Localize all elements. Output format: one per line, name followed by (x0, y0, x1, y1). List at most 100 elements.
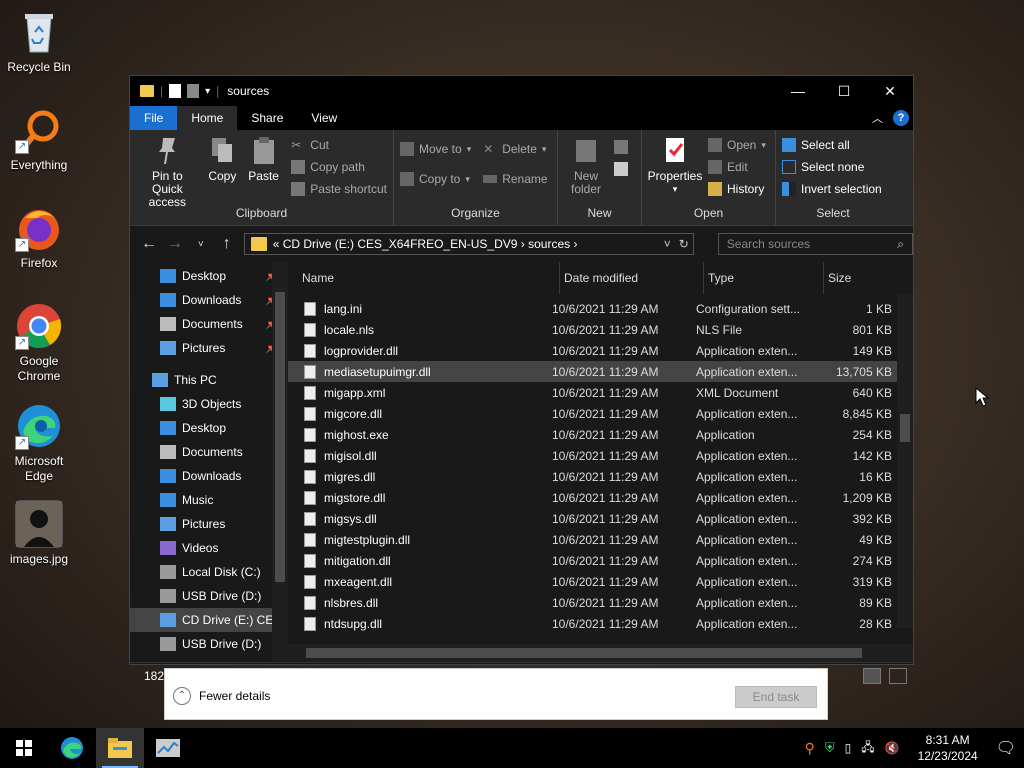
file-row[interactable]: lang.ini 10/6/2021 11:29 AM Configuration … (288, 298, 897, 319)
network-icon[interactable]: 🖧 (861, 738, 874, 759)
horizontal-scrollbar[interactable] (288, 644, 913, 662)
nav-item[interactable]: Videos (130, 536, 288, 560)
collapse-ribbon-icon[interactable]: ︿ (872, 110, 883, 126)
file-row[interactable]: mediasetupuimgr.dll 10/6/2021 11:29 AM App… (288, 361, 897, 382)
desktop-icon-edge[interactable]: ↗ Microsoft Edge (2, 402, 76, 484)
file-row[interactable]: mxeagent.dll 10/6/2021 11:29 AM Applicatio… (288, 571, 897, 592)
copy-to-button[interactable]: Copy to ▾ (400, 164, 471, 194)
nav-item[interactable]: Music (130, 488, 288, 512)
file-row[interactable]: migapp.xml 10/6/2021 11:29 AM XML Document… (288, 382, 897, 403)
details-view-button[interactable] (863, 667, 881, 684)
customize-qa-icon[interactable]: ▾ (205, 86, 210, 97)
nav-item[interactable]: Downloads📌 (130, 288, 288, 312)
everything-tray-icon[interactable]: ⚲ (805, 740, 815, 757)
column-date-modified[interactable]: Date modified (560, 262, 704, 294)
tab-file[interactable]: File (130, 106, 178, 130)
delete-button[interactable]: ✕ Delete ▾ (483, 134, 547, 164)
column-size[interactable]: Size (824, 262, 900, 294)
taskbar-task-manager-button[interactable] (144, 728, 192, 768)
fewer-details-toggle[interactable]: ⌃ Fewer details (173, 687, 270, 705)
tab-share[interactable]: Share (237, 106, 297, 130)
desktop-icon-firefox[interactable]: ↗ Firefox (2, 204, 76, 271)
history-button[interactable]: History (708, 178, 766, 200)
tab-view[interactable]: View (297, 106, 351, 130)
security-shield-icon[interactable]: ⛨ (825, 740, 835, 756)
file-row[interactable]: migcore.dll 10/6/2021 11:29 AM Application… (288, 403, 897, 424)
nav-scrollbar-thumb[interactable] (275, 292, 285, 582)
new-item-icon[interactable] (614, 140, 628, 154)
nav-item[interactable]: USB Drive (D:) (130, 584, 288, 608)
desktop-icon-recycle-bin[interactable]: Recycle Bin (2, 8, 76, 75)
properties-button[interactable]: Properties ▾ (648, 134, 702, 200)
column-type[interactable]: Type (704, 262, 824, 294)
end-task-button[interactable]: End task (735, 686, 817, 708)
file-row[interactable]: migres.dll 10/6/2021 11:29 AM Application … (288, 466, 897, 487)
volume-muted-icon[interactable]: 🔇 (885, 741, 900, 755)
file-row[interactable]: migtestplugin.dll 10/6/2021 11:29 AM Appli… (288, 529, 897, 550)
copy-button[interactable]: Copy (205, 134, 240, 209)
file-row[interactable]: migstore.dll 10/6/2021 11:29 AM Applicatio… (288, 487, 897, 508)
taskbar-file-explorer-button[interactable] (96, 728, 144, 768)
forward-arrow-icon[interactable]: → (166, 235, 184, 253)
nav-item[interactable]: Pictures (130, 512, 288, 536)
nav-item[interactable]: CD Drive (E:) CES (130, 608, 288, 632)
vertical-scrollbar[interactable] (897, 294, 913, 628)
nav-item[interactable]: This PC (130, 368, 288, 392)
nav-item[interactable]: Desktop📌 (130, 264, 288, 288)
address-dropdown-chevron-icon[interactable]: ˅ (664, 237, 671, 251)
usb-device-icon[interactable]: ▯ (845, 741, 852, 755)
nav-item[interactable]: Pictures📌 (130, 336, 288, 360)
nav-scrollbar[interactable] (272, 262, 288, 662)
file-row[interactable]: ntdsupg.dll 10/6/2021 11:29 AM Application… (288, 613, 897, 634)
taskbar-edge-button[interactable] (48, 728, 96, 768)
paste-shortcut-button[interactable]: Paste shortcut (291, 178, 387, 200)
select-all-button[interactable]: Select all (782, 134, 884, 156)
copy-path-button[interactable]: Copy path (291, 156, 387, 178)
refresh-icon[interactable]: ↻ (679, 237, 689, 251)
large-icons-view-button[interactable] (889, 667, 907, 684)
easy-access-icon[interactable] (614, 162, 628, 176)
file-row[interactable]: migsys.dll 10/6/2021 11:29 AM Application … (288, 508, 897, 529)
file-row[interactable]: migisol.dll 10/6/2021 11:29 AM Application… (288, 445, 897, 466)
search-input[interactable]: Search sources ⌕ (717, 233, 913, 255)
recent-locations-chevron-icon[interactable]: ˅ (192, 239, 210, 250)
cut-button[interactable]: ✂ Cut (291, 134, 387, 156)
notifications-icon[interactable]: 🗨 (996, 738, 1016, 758)
file-row[interactable]: nlsbres.dll 10/6/2021 11:29 AM Application… (288, 592, 897, 613)
clock[interactable]: 8:31 AM 12/23/2024 (918, 732, 978, 764)
tab-home[interactable]: Home (177, 106, 238, 130)
file-row[interactable]: mitigation.dll 10/6/2021 11:29 AM Applicat… (288, 550, 897, 571)
nav-item[interactable]: Desktop (130, 416, 288, 440)
minimize-button[interactable]: — (775, 76, 821, 106)
start-button[interactable] (0, 728, 48, 768)
breadcrumb-sources[interactable]: sources (528, 237, 570, 251)
file-row[interactable]: logprovider.dll 10/6/2021 11:29 AM Applica… (288, 340, 897, 361)
breadcrumb-cd-drive[interactable]: CD Drive (E:) CES_X64FREO_EN-US_DV9 (283, 237, 518, 251)
rename-button[interactable]: Rename (483, 164, 548, 194)
horizontal-scrollbar-thumb[interactable] (306, 648, 862, 658)
paste-button[interactable]: Paste (246, 134, 281, 209)
move-to-button[interactable]: Move to ▾ (400, 134, 471, 164)
nav-item[interactable]: 3D Objects (130, 392, 288, 416)
desktop-icon-chrome[interactable]: ↗ Google Chrome (2, 302, 76, 384)
new-folder-qa-icon[interactable] (187, 84, 200, 98)
nav-item[interactable]: Documents (130, 440, 288, 464)
open-button[interactable]: Open ▾ (708, 134, 766, 156)
nav-item[interactable]: Local Disk (C:) (130, 560, 288, 584)
nav-item[interactable]: USB Drive (D:) (130, 632, 288, 656)
file-row[interactable]: mighost.exe 10/6/2021 11:29 AM Application… (288, 424, 897, 445)
nav-item[interactable]: Documents📌 (130, 312, 288, 336)
pin-to-quick-access-button[interactable]: Pin to Quick access (136, 134, 199, 209)
new-folder-button[interactable]: New folder (564, 134, 608, 196)
close-button[interactable]: ✕ (867, 76, 913, 106)
desktop-icon-everything[interactable]: ↗ Everything (2, 106, 76, 173)
back-arrow-icon[interactable]: ← (140, 235, 158, 253)
file-row[interactable]: locale.nls 10/6/2021 11:29 AM NLS File 801 … (288, 319, 897, 340)
desktop-icon-images-jpg[interactable]: images.jpg (2, 500, 76, 567)
nav-item[interactable]: Downloads (130, 464, 288, 488)
vertical-scrollbar-thumb[interactable] (900, 414, 910, 442)
properties-qa-icon[interactable] (169, 84, 182, 98)
help-icon[interactable]: ? (893, 110, 909, 126)
address-bar[interactable]: « CD Drive (E:) CES_X64FREO_EN-US_DV9 › … (243, 233, 694, 255)
maximize-button[interactable]: ☐ (821, 76, 867, 106)
